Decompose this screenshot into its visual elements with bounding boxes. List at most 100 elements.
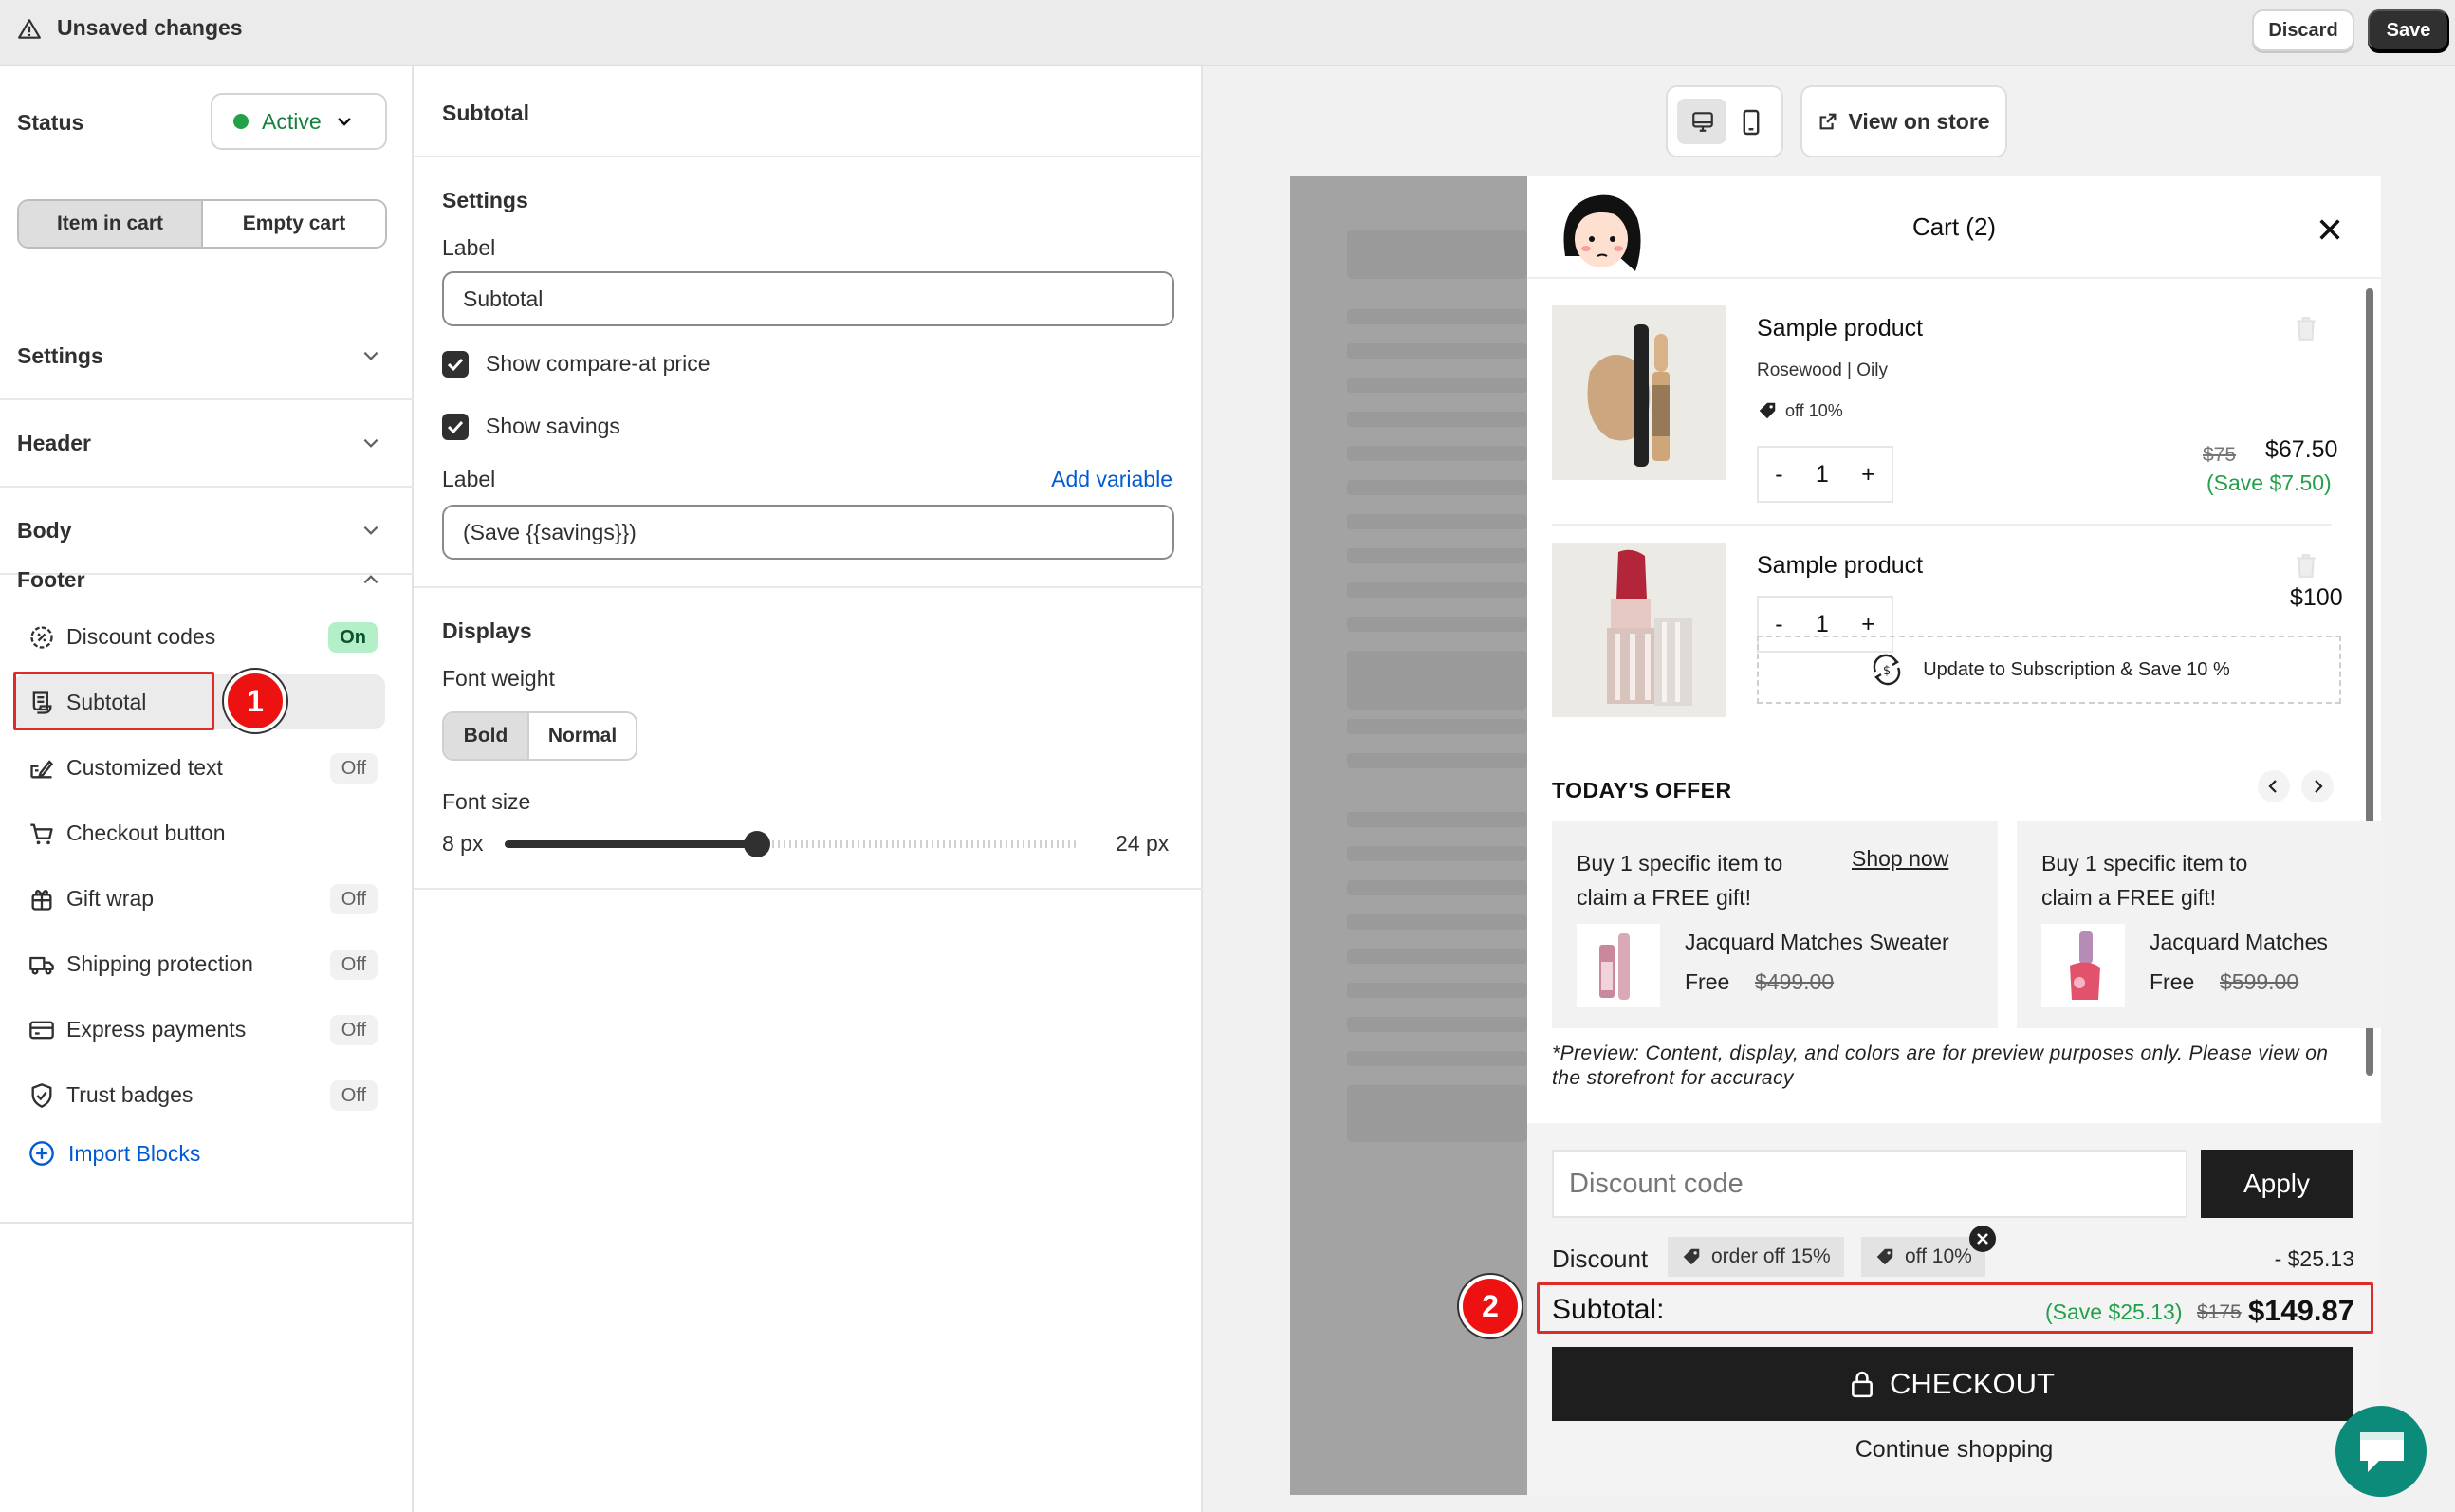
check-icon	[447, 358, 464, 372]
editor-title: Subtotal	[442, 101, 529, 125]
status-select[interactable]: Active	[211, 93, 387, 150]
backdrop-line	[1347, 812, 1527, 827]
product-price: $100	[2290, 584, 2343, 611]
discount-code-input[interactable]: Discount code	[1552, 1150, 2187, 1218]
product-variant: Rosewood | Oily	[1757, 360, 1888, 380]
offer-next-button[interactable]	[2301, 770, 2334, 802]
highlight-box-subtotal-row	[1537, 1282, 2373, 1334]
cart-icon	[30, 823, 53, 845]
product-tag-label: off 10%	[1785, 400, 1843, 420]
gift-icon	[31, 889, 52, 911]
mobile-icon[interactable]	[1740, 108, 1763, 137]
chevron-up-icon[interactable]	[360, 569, 381, 590]
product-image	[1552, 305, 1726, 480]
backdrop-line	[1347, 949, 1527, 964]
footer-item-label: Express payments	[66, 1017, 247, 1042]
chat-icon	[2360, 1432, 2404, 1472]
accordion-body[interactable]: Body	[0, 488, 414, 575]
label-input[interactable]: Subtotal	[442, 271, 1174, 326]
product-image	[1552, 543, 1726, 717]
top-bar: Unsaved changes Discard Save	[0, 0, 2455, 66]
trash-icon[interactable]	[2294, 552, 2318, 579]
qty-plus-button[interactable]: +	[1861, 611, 1875, 638]
import-blocks-link[interactable]: Import Blocks	[28, 1140, 200, 1167]
checkout-button[interactable]: CHECKOUT	[1552, 1347, 2353, 1421]
offer-free-label: Free	[1685, 969, 1730, 994]
footer-item-label: Shipping protection	[66, 951, 253, 976]
backdrop-line	[1347, 1017, 1527, 1032]
footer-item-gift-wrap[interactable]: Gift wrap Off	[13, 871, 385, 926]
status-badge: Off	[329, 950, 378, 980]
footer-item-shipping-protection[interactable]: Shipping protection Off	[13, 936, 385, 991]
text-edit-icon	[30, 760, 54, 779]
close-icon[interactable]	[2317, 216, 2343, 243]
qty-minus-button[interactable]: -	[1775, 611, 1782, 638]
footer-item-express-payments[interactable]: Express payments Off	[13, 1002, 385, 1057]
preview-disclaimer: *Preview: Content, display, and colors a…	[1552, 1042, 2329, 1089]
backdrop-line	[1347, 548, 1527, 563]
backdrop-line	[1347, 1051, 1527, 1066]
apply-discount-button[interactable]: Apply	[2201, 1150, 2353, 1218]
unsaved-changes-title: Unsaved changes	[57, 15, 243, 40]
import-blocks-label: Import Blocks	[68, 1140, 201, 1166]
view-on-store-button[interactable]: View on store	[1800, 85, 2007, 157]
accordion-settings[interactable]: Settings	[0, 313, 414, 400]
status-dot-icon	[233, 114, 249, 129]
font-weight-toggle: Bold Normal	[442, 711, 637, 761]
desktop-icon	[1692, 112, 1713, 132]
offer-product-name: Jacquard Matches	[2150, 930, 2328, 954]
chevron-right-icon	[2315, 780, 2323, 793]
tab-item-in-cart[interactable]: Item in cart	[19, 201, 203, 247]
accordion-header-label: Header	[17, 431, 91, 455]
accordion-body-label: Body	[17, 518, 72, 543]
chat-launcher[interactable]	[2335, 1406, 2427, 1497]
font-size-slider-thumb[interactable]	[743, 831, 770, 857]
external-link-icon	[1820, 113, 1837, 130]
accordion-header[interactable]: Header	[0, 400, 414, 488]
divider	[0, 1222, 414, 1224]
offer-description: Buy 1 specific item to claim a FREE gift…	[2041, 851, 2248, 910]
savings-label-input[interactable]: (Save {{savings}})	[442, 505, 1174, 560]
show-compare-checkbox[interactable]	[442, 351, 469, 378]
shop-now-link[interactable]: Shop now	[1852, 846, 1948, 872]
font-weight-bold-option[interactable]: Bold	[444, 713, 529, 759]
divider	[414, 156, 1203, 157]
trash-icon[interactable]	[2294, 315, 2318, 341]
accordion-footer-label[interactable]: Footer	[17, 567, 85, 593]
close-icon	[1977, 1233, 1988, 1245]
save-button[interactable]: Save	[2368, 9, 2449, 51]
status-badge: Off	[329, 884, 378, 914]
backdrop-line	[1347, 480, 1527, 495]
credit-card-icon	[29, 1021, 54, 1040]
tag-icon	[1683, 1248, 1700, 1265]
status-value: Active	[262, 108, 322, 134]
footer-item-label: Discount codes	[66, 624, 216, 649]
footer-item-checkout-button[interactable]: Checkout button	[13, 805, 385, 860]
discount-tag-label: off 10%	[1905, 1245, 1972, 1267]
tab-empty-cart[interactable]: Empty cart	[203, 201, 385, 247]
discount-tag-label: order off 15%	[1711, 1245, 1831, 1267]
show-savings-checkbox[interactable]	[442, 414, 469, 440]
subscription-upgrade-button[interactable]: $ Update to Subscription & Save 10 %	[1757, 636, 2341, 704]
discard-button[interactable]: Discard	[2252, 9, 2354, 51]
backdrop-line	[1347, 914, 1527, 930]
footer-item-label: Gift wrap	[66, 886, 155, 911]
footer-item-discount-codes[interactable]: Discount codes On	[13, 609, 385, 664]
offer-prev-button[interactable]	[2258, 770, 2290, 802]
footer-item-customized-text[interactable]: Customized text Off	[13, 740, 385, 795]
remove-discount-button[interactable]	[1969, 1226, 1996, 1252]
footer-item-trust-badges[interactable]: Trust badges Off	[13, 1067, 385, 1122]
subscription-cycle-icon: $	[1873, 654, 1901, 686]
chevron-left-icon	[2268, 780, 2277, 793]
sidebar: Status Active Item in cart Empty cart Se…	[0, 66, 414, 1512]
view-on-store-label: View on store	[1848, 108, 1990, 134]
add-variable-link[interactable]: Add variable	[1051, 467, 1172, 492]
qty-plus-button[interactable]: +	[1861, 461, 1875, 489]
accordion-settings-label: Settings	[17, 343, 103, 368]
qty-minus-button[interactable]: -	[1775, 461, 1782, 489]
subscription-upgrade-label: Update to Subscription & Save 10 %	[1923, 658, 2230, 680]
continue-shopping-link[interactable]: Continue shopping	[1527, 1436, 2381, 1464]
cart-state-toggle: Item in cart Empty cart	[17, 199, 387, 249]
font-weight-normal-option[interactable]: Normal	[529, 713, 636, 759]
divider	[414, 888, 1203, 890]
